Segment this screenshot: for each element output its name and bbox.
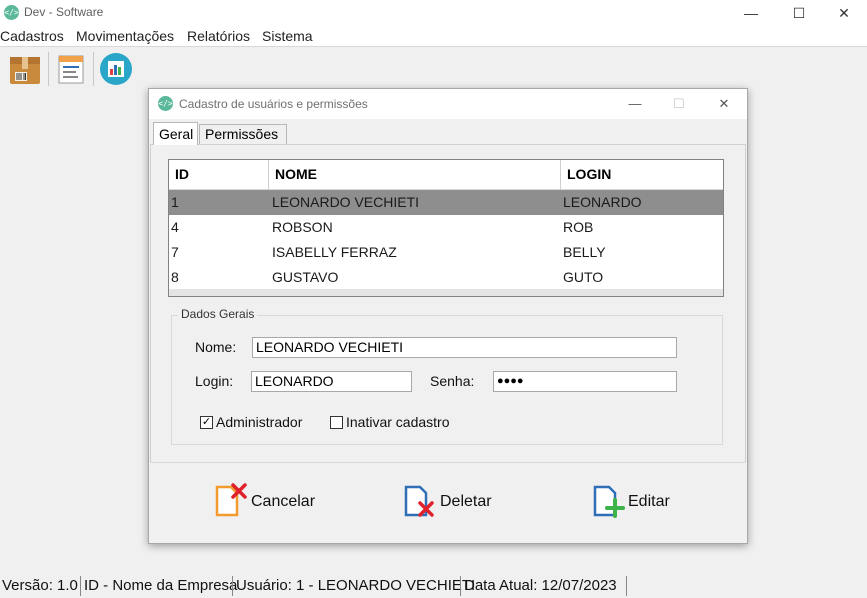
status-bar: Versão: 1.0 ID - Nome da Empresa Usuário… <box>0 574 867 598</box>
app-code-icon: </> <box>4 5 19 20</box>
menu-movimentacoes[interactable]: Movimentações <box>76 28 174 44</box>
status-separator <box>232 576 233 596</box>
cell-login: ROB <box>563 219 594 235</box>
box-barcode-icon[interactable] <box>8 52 42 86</box>
title-bar: </> Dev - Software — ☐ ✕ <box>0 0 867 26</box>
deletar-label: Deletar <box>440 493 492 510</box>
column-header-id[interactable]: ID <box>169 160 269 190</box>
status-separator <box>80 576 81 596</box>
tab-permissoes[interactable]: Permissões <box>199 124 287 144</box>
button-area-separator <box>150 462 746 463</box>
cancelar-label: Cancelar <box>251 493 316 510</box>
cell-nome: LEONARDO VECHIETI <box>272 194 420 210</box>
login-field[interactable]: LEONARDO <box>251 371 412 392</box>
cell-nome: GUSTAVO <box>272 269 339 285</box>
maximize-button[interactable]: ☐ <box>776 0 822 26</box>
menu-sistema[interactable]: Sistema <box>262 28 313 44</box>
dados-gerais-group: Dados Gerais Nome: LEONARDO VECHIETI Log… <box>171 307 723 445</box>
cell-nome: ISABELLY FERRAZ <box>272 244 397 260</box>
nome-field[interactable]: LEONARDO VECHIETI <box>252 337 677 358</box>
administrador-label[interactable]: Administrador <box>216 414 302 430</box>
administrador-checkbox[interactable]: ✓ <box>200 416 213 429</box>
nome-label: Nome: <box>195 339 237 355</box>
close-button[interactable]: ✕ <box>821 0 867 26</box>
users-dialog: </> Cadastro de usuários e permissões — … <box>148 88 748 544</box>
status-separator <box>626 576 627 596</box>
tab-geral[interactable]: Geral <box>153 122 198 145</box>
cell-id: 8 <box>171 269 179 285</box>
cell-id: 4 <box>171 219 179 235</box>
menu-relatorios[interactable]: Relatórios <box>187 28 250 44</box>
toolbar-separator <box>48 52 49 86</box>
document-list-icon[interactable] <box>54 52 88 86</box>
table-header: ID NOME LOGIN <box>169 160 723 190</box>
cell-nome: ROBSON <box>272 219 333 235</box>
menu-cadastros[interactable]: Cadastros <box>0 28 64 44</box>
deletar-button[interactable]: Deletar <box>402 483 502 519</box>
editar-label: Editar <box>628 493 670 510</box>
table-row[interactable]: 7 ISABELLY FERRAZ BELLY <box>169 240 723 265</box>
cell-login: GUTO <box>563 269 604 285</box>
inativar-label[interactable]: Inativar cadastro <box>346 414 450 430</box>
status-usuario: Usuário: 1 - LEONARDO VECHIETI <box>236 577 476 594</box>
status-separator <box>460 576 461 596</box>
cell-id: 7 <box>171 244 179 260</box>
column-header-login[interactable]: LOGIN <box>561 160 723 190</box>
dialog-title-bar: </> Cadastro de usuários e permissões — … <box>149 89 747 119</box>
toolbar-separator <box>93 52 94 86</box>
cell-id: 1 <box>171 194 179 210</box>
document-cancel-icon <box>215 483 247 517</box>
toolbar <box>0 48 867 90</box>
table-row[interactable]: 8 GUSTAVO GUTO <box>169 265 723 290</box>
cell-login: LEONARDO <box>563 194 642 210</box>
dialog-maximize-button[interactable]: ☐ <box>657 91 701 117</box>
document-add-icon <box>593 485 625 518</box>
status-data: Data Atual: 12/07/2023 <box>464 577 617 594</box>
editar-button[interactable]: Editar <box>591 483 691 519</box>
senha-label: Senha: <box>430 373 475 389</box>
table-scroll-area <box>169 289 723 296</box>
status-empresa: ID - Nome da Empresa <box>84 577 238 594</box>
status-versao: Versão: 1.0 <box>2 577 78 594</box>
dialog-code-icon: </> <box>158 96 173 111</box>
cell-login: BELLY <box>563 244 606 260</box>
document-delete-icon <box>404 485 434 517</box>
dialog-close-button[interactable]: ✕ <box>702 91 746 117</box>
inativar-checkbox[interactable] <box>330 416 343 429</box>
table-row[interactable]: 4 ROBSON ROB <box>169 215 723 240</box>
minimize-button[interactable]: — <box>728 0 774 26</box>
window-title: Dev - Software <box>24 5 104 19</box>
bar-chart-icon[interactable] <box>99 52 133 86</box>
cancelar-button[interactable]: Cancelar <box>213 483 323 519</box>
senha-field[interactable]: ●●●● <box>493 371 677 392</box>
group-legend: Dados Gerais <box>178 307 258 321</box>
table-row[interactable]: 1 LEONARDO VECHIETI LEONARDO <box>169 190 723 215</box>
dialog-title: Cadastro de usuários e permissões <box>179 97 368 111</box>
menu-bar: Cadastros Movimentações Relatórios Siste… <box>0 26 867 47</box>
login-label: Login: <box>195 373 234 389</box>
column-header-nome[interactable]: NOME <box>269 160 561 190</box>
users-table[interactable]: ID NOME LOGIN 1 LEONARDO VECHIETI LEONAR… <box>168 159 724 297</box>
dialog-minimize-button[interactable]: — <box>613 91 657 117</box>
